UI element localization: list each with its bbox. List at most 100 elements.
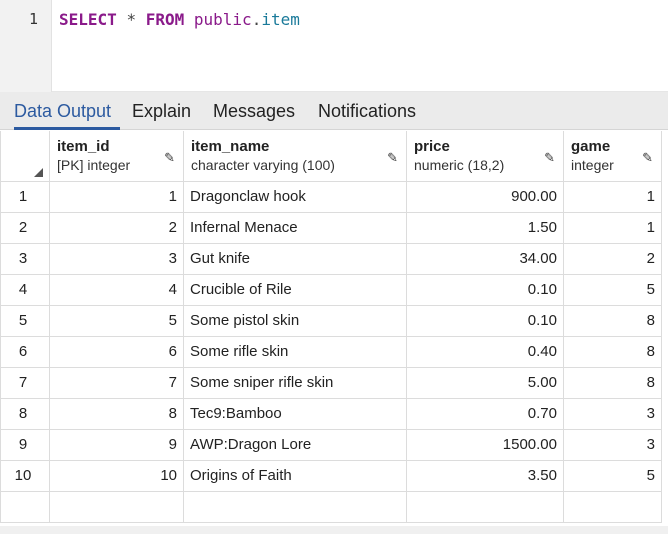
pencil-icon[interactable]: ✎ xyxy=(164,150,175,166)
cell-game[interactable]: 5 xyxy=(563,273,662,306)
cell-item-name[interactable]: Infernal Menace xyxy=(183,211,407,244)
empty-cell xyxy=(0,490,50,523)
cell-price[interactable]: 1500.00 xyxy=(406,428,564,461)
column-header-game[interactable]: game integer ✎ xyxy=(563,131,662,182)
row-number[interactable]: 4 xyxy=(0,273,50,306)
cell-game[interactable]: 1 xyxy=(563,211,662,244)
cell-item-name[interactable]: Some rifle skin xyxy=(183,335,407,368)
column-type: [PK] integer xyxy=(57,157,131,173)
column-name: price xyxy=(414,138,450,155)
sql-code-line[interactable]: SELECT * FROM public.item xyxy=(59,10,300,29)
cell-item-name[interactable]: Origins of Faith xyxy=(183,459,407,492)
table-name: item xyxy=(261,10,300,29)
row-number[interactable]: 5 xyxy=(0,304,50,337)
output-tabs: Data Output Explain Messages Notificatio… xyxy=(0,92,668,130)
cell-price[interactable]: 0.70 xyxy=(406,397,564,430)
cell-item-id[interactable]: 9 xyxy=(49,428,184,461)
table-row[interactable]: 7 7 Some sniper rifle skin 5.00 8 xyxy=(0,366,662,399)
select-all-corner[interactable] xyxy=(0,131,50,182)
empty-cell xyxy=(183,490,407,523)
table-row[interactable]: 6 6 Some rifle skin 0.40 8 xyxy=(0,335,662,368)
row-number[interactable]: 3 xyxy=(0,242,50,275)
pencil-icon[interactable]: ✎ xyxy=(387,150,398,166)
cell-price[interactable]: 1.50 xyxy=(406,211,564,244)
row-number[interactable]: 10 xyxy=(0,459,50,492)
cell-game[interactable]: 2 xyxy=(563,242,662,275)
cell-game[interactable]: 5 xyxy=(563,459,662,492)
cell-price[interactable]: 900.00 xyxy=(406,180,564,213)
cell-item-id[interactable]: 3 xyxy=(49,242,184,275)
table-row[interactable]: 4 4 Crucible of Rile 0.10 5 xyxy=(0,273,662,306)
cell-game[interactable]: 8 xyxy=(563,366,662,399)
table-row[interactable]: 2 2 Infernal Menace 1.50 1 xyxy=(0,211,662,244)
cell-item-id[interactable]: 10 xyxy=(49,459,184,492)
empty-cell xyxy=(563,490,662,523)
horizontal-scrollbar[interactable] xyxy=(0,526,668,534)
cell-price[interactable]: 0.10 xyxy=(406,273,564,306)
cell-item-id[interactable]: 5 xyxy=(49,304,184,337)
pencil-icon[interactable]: ✎ xyxy=(544,150,555,166)
cell-price[interactable]: 34.00 xyxy=(406,242,564,275)
cell-item-id[interactable]: 6 xyxy=(49,335,184,368)
row-number[interactable]: 9 xyxy=(0,428,50,461)
cell-game[interactable]: 1 xyxy=(563,180,662,213)
row-number[interactable]: 1 xyxy=(0,180,50,213)
column-type: character varying (100) xyxy=(191,157,335,173)
schema-name: public xyxy=(193,10,252,29)
cell-price[interactable]: 0.40 xyxy=(406,335,564,368)
cell-item-name[interactable]: Dragonclaw hook xyxy=(183,180,407,213)
tab-explain[interactable]: Explain xyxy=(132,92,191,130)
column-header-item-name[interactable]: item_name character varying (100) ✎ xyxy=(183,131,407,182)
empty-cell xyxy=(406,490,564,523)
tab-data-output[interactable]: Data Output xyxy=(14,92,120,130)
table-row[interactable]: 8 8 Tec9:Bamboo 0.70 3 xyxy=(0,397,662,430)
tab-notifications[interactable]: Notifications xyxy=(318,92,416,130)
operator-star: * xyxy=(126,10,137,29)
table-row[interactable]: 10 10 Origins of Faith 3.50 5 xyxy=(0,459,662,492)
empty-cell xyxy=(49,490,184,523)
cell-price[interactable]: 5.00 xyxy=(406,366,564,399)
result-table: item_id [PK] integer ✎ item_name charact… xyxy=(0,131,662,523)
cell-game[interactable]: 3 xyxy=(563,397,662,430)
cell-item-id[interactable]: 8 xyxy=(49,397,184,430)
cell-item-name[interactable]: Some sniper rifle skin xyxy=(183,366,407,399)
column-type: numeric (18,2) xyxy=(414,157,505,173)
keyword-select: SELECT xyxy=(59,10,117,29)
line-number: 1 xyxy=(28,10,38,28)
row-number[interactable]: 8 xyxy=(0,397,50,430)
cell-price[interactable]: 0.10 xyxy=(406,304,564,337)
column-header-item-id[interactable]: item_id [PK] integer ✎ xyxy=(49,131,184,182)
table-row[interactable]: 5 5 Some pistol skin 0.10 8 xyxy=(0,304,662,337)
row-number[interactable]: 7 xyxy=(0,366,50,399)
cell-item-name[interactable]: Tec9:Bamboo xyxy=(183,397,407,430)
row-number[interactable]: 6 xyxy=(0,335,50,368)
cell-item-name[interactable]: AWP:Dragon Lore xyxy=(183,428,407,461)
data-grid[interactable]: item_id [PK] integer ✎ item_name charact… xyxy=(0,131,668,534)
tab-messages[interactable]: Messages xyxy=(213,92,295,130)
table-row[interactable]: 1 1 Dragonclaw hook 900.00 1 xyxy=(0,180,662,213)
cell-item-id[interactable]: 4 xyxy=(49,273,184,306)
cell-item-name[interactable]: Crucible of Rile xyxy=(183,273,407,306)
cell-item-name[interactable]: Some pistol skin xyxy=(183,304,407,337)
table-row[interactable]: 3 3 Gut knife 34.00 2 xyxy=(0,242,662,275)
header-row: item_id [PK] integer ✎ item_name charact… xyxy=(0,131,662,182)
cell-item-id[interactable]: 7 xyxy=(49,366,184,399)
column-header-price[interactable]: price numeric (18,2) ✎ xyxy=(406,131,564,182)
dot-separator: . xyxy=(251,10,262,29)
cell-price[interactable]: 3.50 xyxy=(406,459,564,492)
pencil-icon[interactable]: ✎ xyxy=(642,150,653,166)
cell-game[interactable]: 8 xyxy=(563,335,662,368)
cell-item-id[interactable]: 1 xyxy=(49,180,184,213)
column-name: item_name xyxy=(191,138,270,155)
keyword-from: FROM xyxy=(145,10,185,29)
column-name: item_id xyxy=(57,138,110,155)
cell-game[interactable]: 3 xyxy=(563,428,662,461)
cell-item-name[interactable]: Gut knife xyxy=(183,242,407,275)
corner-triangle-icon xyxy=(34,167,43,177)
cell-game[interactable]: 8 xyxy=(563,304,662,337)
row-number[interactable]: 2 xyxy=(0,211,50,244)
cell-item-id[interactable]: 2 xyxy=(49,211,184,244)
table-row[interactable]: 9 9 AWP:Dragon Lore 1500.00 3 xyxy=(0,428,662,461)
query-editor[interactable]: 1 SELECT * FROM public.item xyxy=(0,0,668,92)
empty-row xyxy=(0,490,662,523)
